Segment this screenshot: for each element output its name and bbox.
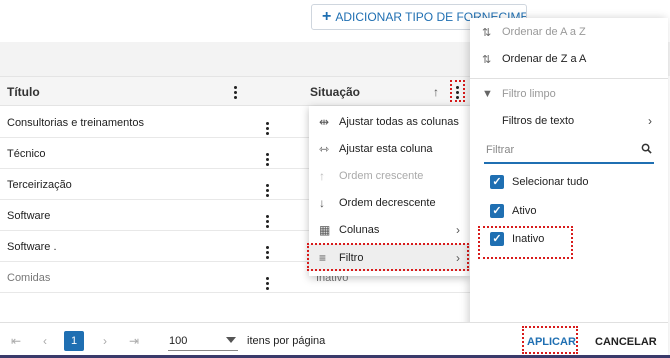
row-menu-button[interactable] bbox=[262, 207, 272, 230]
clear-filter-label: Filtro limpo bbox=[502, 88, 556, 100]
plus-icon: + bbox=[322, 8, 332, 25]
clear-filter-item[interactable]: ▼ Filtro limpo bbox=[470, 80, 668, 108]
chevron-right-icon: › bbox=[456, 222, 460, 237]
column-header-titulo-label: Título bbox=[7, 85, 40, 99]
row-menu-button[interactable] bbox=[262, 176, 272, 199]
highlight-filter-item bbox=[307, 243, 469, 271]
highlight-apply-button bbox=[522, 326, 578, 354]
kebab-icon bbox=[262, 245, 272, 261]
autosize-all-icon: ⇹ bbox=[319, 114, 330, 129]
text-filters-label: Filtros de texto bbox=[502, 115, 575, 127]
previous-page-icon[interactable]: ‹ bbox=[35, 331, 55, 351]
sort-a-z-item[interactable]: ⇅ Ordenar de A a Z bbox=[470, 18, 668, 46]
current-page-button[interactable]: 1 bbox=[64, 331, 84, 351]
option-select-all[interactable]: ✓ Selecionar tudo bbox=[490, 171, 588, 193]
sort-a-z-icon: ⇅ bbox=[482, 26, 492, 39]
page-size-value: 100 bbox=[169, 334, 188, 347]
kebab-icon bbox=[262, 121, 272, 137]
filter-icon: ▼ bbox=[482, 88, 493, 100]
menu-item-sort-ascending[interactable]: ↑ Ordem crescente bbox=[309, 162, 470, 189]
menu-item-label: Ajustar todas as colunas bbox=[339, 115, 459, 128]
arrow-down-icon: ↓ bbox=[319, 195, 325, 210]
column-header-titulo[interactable]: Título bbox=[7, 77, 40, 107]
sort-z-a-item[interactable]: ⇅ Ordenar de Z a A bbox=[470, 45, 668, 73]
last-page-icon[interactable]: ⇥ bbox=[124, 331, 144, 351]
divider bbox=[470, 322, 668, 323]
menu-item-sort-descending[interactable]: ↓ Ordem decrescente bbox=[309, 189, 470, 216]
menu-item-autosize-all[interactable]: ⇹ Ajustar todas as colunas bbox=[309, 108, 470, 135]
filter-search-input[interactable]: Filtrar bbox=[484, 138, 654, 164]
filter-panel: ⇅ Ordenar de A a Z ⇅ Ordenar de Z a A ▼ … bbox=[470, 18, 668, 358]
option-label: Selecionar tudo bbox=[512, 176, 589, 188]
pagination-bar: ⇤ ‹ 1 › ⇥ 100 itens por página bbox=[0, 322, 470, 358]
menu-item-label: Ordem decrescente bbox=[339, 196, 436, 209]
row-menu-button[interactable] bbox=[262, 114, 272, 137]
row-title: Comidas bbox=[7, 271, 51, 284]
text-filters-item[interactable]: Filtros de texto › bbox=[470, 107, 668, 135]
sort-z-a-label: Ordenar de Z a A bbox=[502, 53, 587, 65]
columns-icon: ▦ bbox=[319, 222, 331, 237]
kebab-icon bbox=[262, 214, 272, 230]
menu-item-autosize-column[interactable]: ⇿ Ajustar esta coluna bbox=[309, 135, 470, 162]
kebab-icon bbox=[230, 84, 240, 100]
row-menu-button[interactable] bbox=[262, 145, 272, 168]
option-label: Ativo bbox=[512, 205, 537, 217]
checkbox-checked-icon[interactable]: ✓ bbox=[490, 175, 504, 189]
column-header-situacao[interactable]: Situação bbox=[310, 77, 360, 107]
kebab-icon bbox=[262, 276, 272, 292]
kebab-icon bbox=[262, 152, 272, 168]
row-title: Técnico bbox=[7, 147, 46, 160]
row-title: Software . bbox=[7, 240, 57, 253]
menu-item-label: Ordem crescente bbox=[339, 169, 424, 182]
per-page-label: itens por página bbox=[247, 335, 326, 347]
page-size-select[interactable]: 100 bbox=[168, 331, 238, 351]
menu-item-label: Colunas bbox=[339, 223, 380, 236]
grid-header: Título Situação ↑ bbox=[0, 76, 470, 106]
autosize-column-icon: ⇿ bbox=[319, 141, 330, 156]
sort-a-z-label: Ordenar de A a Z bbox=[502, 26, 586, 38]
cancel-button[interactable]: CANCELAR bbox=[595, 330, 657, 354]
row-title: Software bbox=[7, 209, 51, 222]
row-title: Consultorias e treinamentos bbox=[7, 116, 144, 129]
next-page-icon[interactable]: › bbox=[95, 331, 115, 351]
highlight-inativo-option bbox=[478, 226, 573, 259]
first-page-icon[interactable]: ⇤ bbox=[6, 331, 26, 351]
highlight-column-menu-button bbox=[450, 80, 465, 102]
sort-arrow-up-icon[interactable]: ↑ bbox=[433, 77, 439, 107]
row-title: Terceirização bbox=[7, 178, 72, 191]
arrow-up-icon: ↑ bbox=[319, 168, 325, 183]
column-header-situacao-label: Situação bbox=[310, 85, 361, 99]
chevron-down-icon bbox=[226, 337, 236, 343]
option-ativo[interactable]: ✓ Ativo bbox=[490, 200, 536, 222]
divider bbox=[470, 78, 668, 79]
search-icon bbox=[638, 143, 654, 157]
menu-item-label: Ajustar esta coluna bbox=[339, 142, 433, 155]
column-menu-titulo-button[interactable] bbox=[230, 77, 240, 107]
checkbox-checked-icon[interactable]: ✓ bbox=[490, 204, 504, 218]
chevron-right-icon: › bbox=[648, 114, 652, 128]
sort-z-a-icon: ⇅ bbox=[482, 53, 492, 66]
menu-item-columns[interactable]: ▦ Colunas › bbox=[309, 216, 470, 243]
filter-search-placeholder: Filtrar bbox=[486, 144, 515, 156]
row-menu-button[interactable] bbox=[262, 238, 272, 261]
kebab-icon bbox=[262, 183, 272, 199]
row-menu-button[interactable] bbox=[262, 269, 272, 292]
